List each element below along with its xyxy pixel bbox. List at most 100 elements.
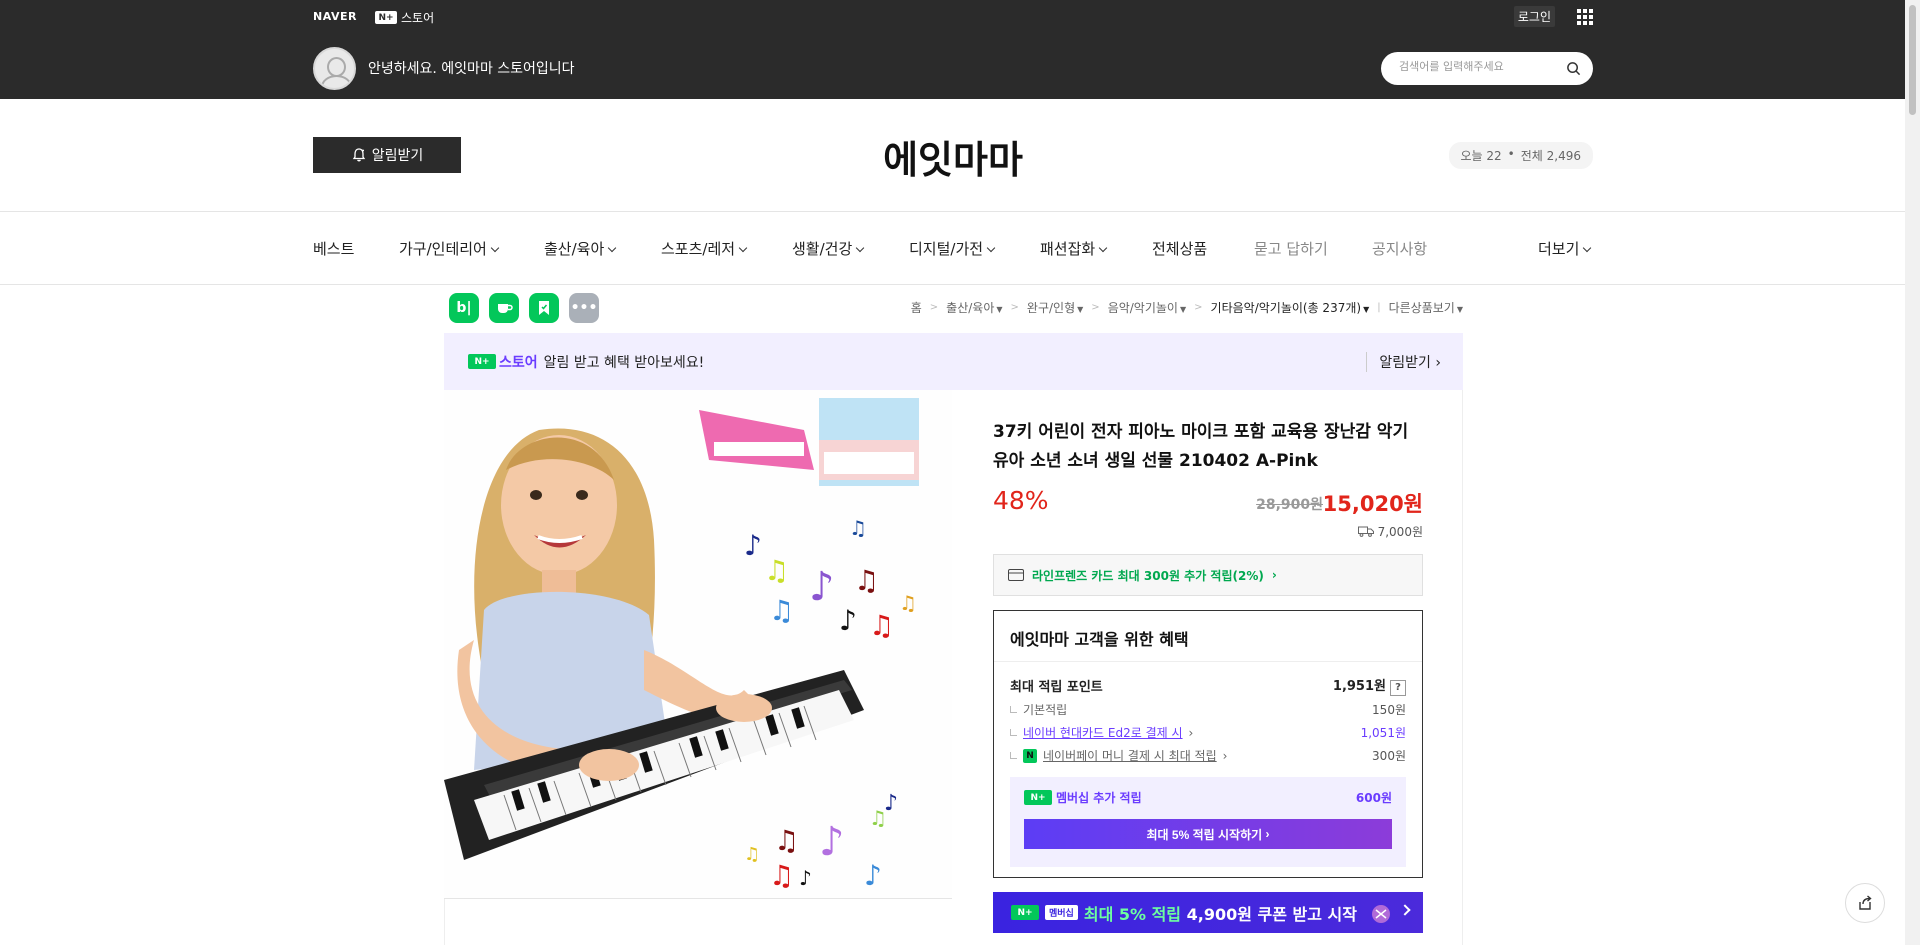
nplus-icon: N+: [468, 354, 496, 369]
blog-icon[interactable]: b|: [449, 293, 479, 323]
top-bar: NAVER N+ 스토어 로그인 안녕하세요. 에잇마마 스토어입니다: [0, 0, 1905, 99]
banner-alarm-link[interactable]: 알림받기 ›: [1366, 352, 1441, 372]
svg-text:♪: ♪: [744, 529, 762, 562]
breadcrumb-music[interactable]: 음악/악기놀이 ▼: [1108, 299, 1186, 316]
membership-box: N+ 멤버십 추가 적립 600원 최대 5% 적립 시작하기 ›: [1010, 777, 1406, 867]
nplus-icon: N+: [375, 11, 397, 24]
svg-text:♫: ♫: [774, 824, 799, 857]
svg-text:♫: ♫: [854, 564, 879, 597]
svg-text:♫: ♫: [769, 859, 794, 892]
chevron-down-icon: [1583, 243, 1592, 253]
chevron-down-icon: [738, 243, 748, 253]
svg-text:♪: ♪: [799, 866, 812, 890]
sale-price: 15,020원: [1322, 492, 1423, 516]
nav-item-more[interactable]: 더보기: [1538, 238, 1592, 259]
share-icons: b| •••: [449, 293, 599, 323]
nav-divider: [0, 284, 1905, 285]
truck-icon: [1357, 526, 1374, 537]
svg-text:♪: ♪: [819, 819, 845, 865]
login-button[interactable]: 로그인: [1513, 6, 1555, 27]
nav-item-all-products[interactable]: 전체상품: [1152, 238, 1207, 259]
search-input[interactable]: [1399, 60, 1559, 73]
svg-text:♫: ♫: [869, 609, 894, 642]
share-icon: [1859, 895, 1872, 910]
svg-text:♫: ♫: [764, 554, 789, 587]
basic-points-row: 기본적립 150원: [1010, 701, 1406, 718]
membership-tag: 멤버십: [1045, 905, 1078, 920]
category-nav: 베스트 가구/인테리어 출산/육아 스포츠/레저 생활/건강 디지털/가전 패션…: [313, 212, 1593, 284]
nav-item-baby[interactable]: 출산/육아: [544, 238, 617, 259]
svg-text:♫: ♫: [849, 516, 867, 540]
product-title: 37키 어린이 전자 피아노 마이크 포함 교육용 장난감 악기 유아 소년 소…: [993, 422, 1409, 471]
shipping-fee: 7,000원: [1357, 523, 1423, 540]
dot-separator: •: [1507, 147, 1515, 161]
npay-icon: N: [1023, 748, 1037, 763]
original-price: 28,900원: [1256, 497, 1323, 513]
apps-grid-icon[interactable]: [1577, 9, 1593, 25]
chevron-down-icon: [856, 243, 865, 253]
svg-text:♫: ♫: [744, 844, 760, 865]
nplus-banner: N+ 스토어 알림 받고 혜택 받아보세요! 알림받기 ›: [444, 333, 1463, 390]
membership-label: 멤버십 추가 적립: [1056, 791, 1142, 805]
scrollbar-thumb[interactable]: [1909, 5, 1916, 115]
chevron-down-icon: [608, 243, 617, 253]
store-title[interactable]: 에잇마마: [313, 129, 1593, 184]
chevron-down-icon: [490, 243, 500, 253]
chevron-right-icon: [1399, 904, 1411, 916]
breadcrumb: 홈 > 출산/육아 ▼ > 완구/인형 ▼ > 음악/악기놀이 ▼ > 기타음악/악기…: [910, 299, 1463, 316]
svg-text:♪: ♪: [864, 859, 882, 892]
card-promotion[interactable]: 라인프렌즈 카드 최대 300원 추가 적립(2%) ›: [993, 554, 1423, 596]
breadcrumb-home[interactable]: 홈: [911, 299, 922, 316]
nav-item-qna[interactable]: 묻고 답하기: [1254, 238, 1328, 259]
svg-text:♪: ♪: [884, 791, 898, 816]
nav-item-fashion[interactable]: 패션잡화: [1040, 238, 1108, 259]
page-scrollbar[interactable]: [1905, 0, 1920, 945]
membership-coupon-banner[interactable]: N+ 멤버십 최대 5% 적립 4,900원 쿠폰 받고 시작: [993, 892, 1423, 933]
breadcrumb-baby[interactable]: 출산/육아 ▼: [946, 299, 1002, 316]
credit-card-icon: [1008, 569, 1024, 581]
nplus-store-label: 스토어: [401, 11, 435, 25]
svg-text:♪: ♪: [809, 564, 835, 610]
share-button[interactable]: [1845, 883, 1885, 923]
naver-logo[interactable]: NAVER: [313, 10, 357, 23]
benefit-title: 에잇마마 고객을 위한 혜택: [1010, 630, 1189, 649]
more-icon[interactable]: •••: [569, 293, 599, 323]
help-icon[interactable]: ?: [1390, 679, 1406, 696]
nplus-store-link[interactable]: N+ 스토어: [375, 9, 434, 26]
nplus-icon: N+: [1011, 905, 1039, 920]
svg-text:♫: ♫: [899, 591, 917, 615]
visitor-count: 오늘 22 • 전체 2,496: [1448, 142, 1593, 169]
chevron-down-icon: [1098, 243, 1108, 253]
discount-rate: 48%: [993, 486, 1049, 515]
gift-icon: [1371, 904, 1390, 923]
store-header: 알림받기 에잇마마 오늘 22 • 전체 2,496: [313, 99, 1593, 211]
nav-item-notice[interactable]: 공지사항: [1372, 238, 1427, 259]
svg-text:♫: ♫: [769, 594, 794, 627]
visitor-total: 전체 2,496: [1520, 149, 1581, 163]
chevron-down-icon: [986, 243, 996, 253]
membership-start-button[interactable]: 최대 5% 적립 시작하기 ›: [1024, 819, 1392, 849]
image-divider: [444, 898, 952, 899]
nav-item-digital[interactable]: 디지털/가전: [909, 238, 996, 259]
cafe-icon[interactable]: [489, 293, 519, 323]
search-icon[interactable]: [1566, 61, 1581, 76]
search-box: [1381, 52, 1593, 85]
bookmark-icon[interactable]: [529, 293, 559, 323]
membership-value: 600원: [1355, 791, 1392, 805]
visitor-today: 오늘 22: [1460, 149, 1502, 163]
breadcrumb-toys[interactable]: 완구/인형 ▼: [1027, 299, 1083, 316]
nplus-icon: N+: [1024, 790, 1052, 805]
breadcrumb-current[interactable]: 기타음악/악기놀이(총 237개) ▼: [1211, 299, 1370, 316]
banner-message: 알림 받고 혜택 받아보세요!: [543, 354, 705, 371]
nav-item-furniture[interactable]: 가구/인테리어: [399, 238, 500, 259]
svg-text:♪: ♪: [839, 604, 857, 637]
breadcrumb-other-products[interactable]: 다른상품보기 ▼: [1389, 299, 1463, 316]
product-image[interactable]: ♪ ♫ ♪ ♫ ♫ ♪ ♫ ♫ ♫ ♫ ♪ ♫ ♪ ♫ ♪ ♪ ♫: [444, 390, 952, 898]
nav-item-best[interactable]: 베스트: [313, 238, 354, 259]
nav-item-sports[interactable]: 스포츠/레저: [661, 238, 748, 259]
npay-points-row[interactable]: N 네이버페이 머니 결제 시 최대 적립 › 300원: [1010, 747, 1406, 764]
benefit-box: 에잇마마 고객을 위한 혜택 최대 적립 포인트 1,951원? 기본적립 15…: [993, 610, 1423, 878]
store-avatar: [313, 47, 356, 90]
nav-item-living[interactable]: 생활/건강: [792, 238, 865, 259]
card-points-row[interactable]: 네이버 현대카드 Ed2로 결제 시 › 1,051원: [1010, 724, 1406, 741]
